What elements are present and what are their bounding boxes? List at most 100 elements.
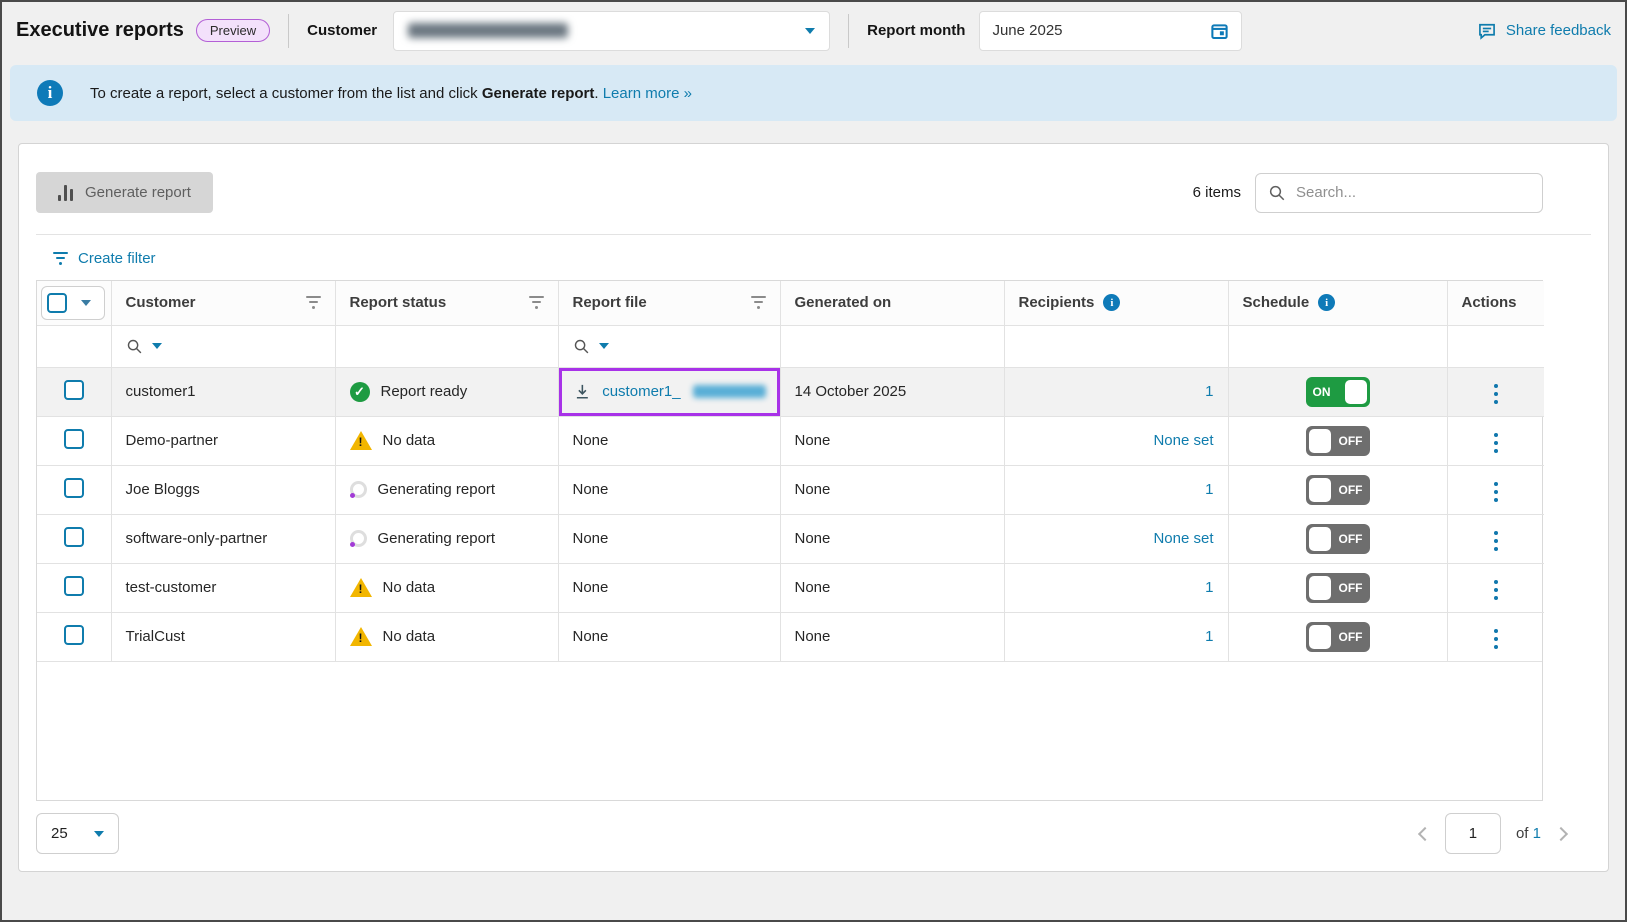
schedule-toggle[interactable]: ON [1306,377,1370,407]
row-checkbox[interactable] [64,625,84,645]
download-icon[interactable] [573,382,592,401]
recipients-link[interactable]: None set [1153,530,1213,547]
recipients-link[interactable]: 1 [1205,579,1213,596]
recipients-link[interactable]: None set [1153,432,1213,449]
schedule-toggle[interactable]: OFF [1306,524,1370,554]
column-header-report-status[interactable]: Report status [335,281,558,325]
share-feedback-link[interactable]: Share feedback [1477,21,1611,41]
cell-generated-on: None [780,514,1004,563]
search-icon [573,338,590,355]
chevron-down-icon [94,831,104,837]
report-month-input[interactable] [992,22,1172,39]
generating-spinner-icon [350,481,367,498]
cell-generated-on: None [780,612,1004,661]
cell-report-status: No data [335,563,558,612]
schedule-info-icon[interactable]: i [1318,294,1335,311]
share-feedback-label: Share feedback [1506,22,1611,39]
cell-actions [1447,465,1544,514]
row-actions-kebab-menu[interactable] [1486,576,1506,604]
column-filter-icon[interactable] [306,296,321,309]
table-row: customer1 Report ready customer1_ 14 Oct… [37,367,1544,416]
report-month-picker[interactable] [979,11,1242,51]
previous-page-icon[interactable] [1418,826,1432,840]
report-ready-icon [350,382,370,402]
schedule-toggle[interactable]: OFF [1306,573,1370,603]
report-file-filter-operator[interactable] [573,338,766,355]
cell-report-file: None [558,416,780,465]
cell-actions [1447,563,1544,612]
cell-customer: customer1 [111,367,335,416]
column-filter-icon[interactable] [529,296,544,309]
cell-recipients: 1 [1004,367,1228,416]
cell-actions [1447,514,1544,563]
customer-name: test-customer [126,579,217,596]
column-label: Customer [126,294,196,311]
customer-name: Demo-partner [126,432,219,449]
select-all-menu[interactable] [67,300,104,306]
row-checkbox[interactable] [64,478,84,498]
column-header-generated-on[interactable]: Generated on [780,281,1004,325]
page-size-value: 25 [51,825,68,842]
column-header-recipients[interactable]: Recipientsi [1004,281,1228,325]
create-filter-label: Create filter [78,250,156,267]
row-actions-kebab-menu[interactable] [1486,380,1506,408]
row-checkbox[interactable] [64,576,84,596]
select-all-checkbox[interactable] [47,293,67,313]
row-actions-kebab-menu[interactable] [1486,478,1506,506]
report-file-text: None [573,530,609,547]
customer-filter-operator[interactable] [126,338,321,355]
schedule-toggle[interactable]: OFF [1306,426,1370,456]
table-footer: 25 of 1 [36,813,1566,854]
recipients-info-icon[interactable]: i [1103,294,1120,311]
filter-cell [780,325,1004,367]
calendar-icon[interactable] [1210,21,1229,40]
schedule-toggle[interactable]: OFF [1306,475,1370,505]
cell-report-status: No data [335,612,558,661]
recipients-link[interactable]: 1 [1205,481,1213,498]
select-all-control[interactable] [41,286,105,320]
cell-generated-on: 14 October 2025 [780,367,1004,416]
page-size-select[interactable]: 25 [36,813,119,854]
row-actions-kebab-menu[interactable] [1486,429,1506,457]
row-checkbox[interactable] [64,429,84,449]
cell-checkbox [37,563,111,612]
schedule-toggle[interactable]: OFF [1306,622,1370,652]
toggle-label: OFF [1339,581,1363,595]
filter-icon [53,252,68,265]
row-actions-kebab-menu[interactable] [1486,625,1506,653]
table-row: test-customer No data None None 1 OFF [37,563,1544,612]
report-status-text: Generating report [378,481,496,498]
page-total: of 1 [1516,825,1541,842]
generated-on-text: None [795,628,831,645]
column-header-customer[interactable]: Customer [111,281,335,325]
column-header-report-file[interactable]: Report file [558,281,780,325]
create-filter-link[interactable]: Create filter [53,250,156,267]
cell-actions [1447,416,1544,465]
row-actions-kebab-menu[interactable] [1486,527,1506,555]
reports-card: Generate report 6 items Create filter [18,143,1609,872]
search-box[interactable] [1255,173,1543,213]
recipients-link[interactable]: 1 [1205,383,1213,400]
table-header-row: Customer Report status Report file Gener… [37,281,1544,325]
divider [848,14,849,48]
total-pages: 1 [1533,825,1541,842]
toggle-label: OFF [1339,483,1363,497]
cell-checkbox [37,465,111,514]
row-checkbox[interactable] [64,527,84,547]
column-header-schedule[interactable]: Schedulei [1228,281,1447,325]
learn-more-link[interactable]: Learn more » [603,85,692,102]
row-checkbox[interactable] [64,380,84,400]
cell-generated-on: None [780,563,1004,612]
page-number-input[interactable] [1445,813,1501,854]
recipients-link[interactable]: 1 [1205,628,1213,645]
report-status-text: Generating report [378,530,496,547]
generated-on-text: None [795,579,831,596]
column-filter-icon[interactable] [751,296,766,309]
customer-dropdown[interactable] [393,11,830,51]
table-empty-area [37,661,1542,800]
generate-report-button[interactable]: Generate report [36,172,213,213]
next-page-icon[interactable] [1554,826,1568,840]
search-input[interactable] [1296,184,1530,201]
report-file-link[interactable]: customer1_ [602,383,680,400]
filter-cell [1228,325,1447,367]
